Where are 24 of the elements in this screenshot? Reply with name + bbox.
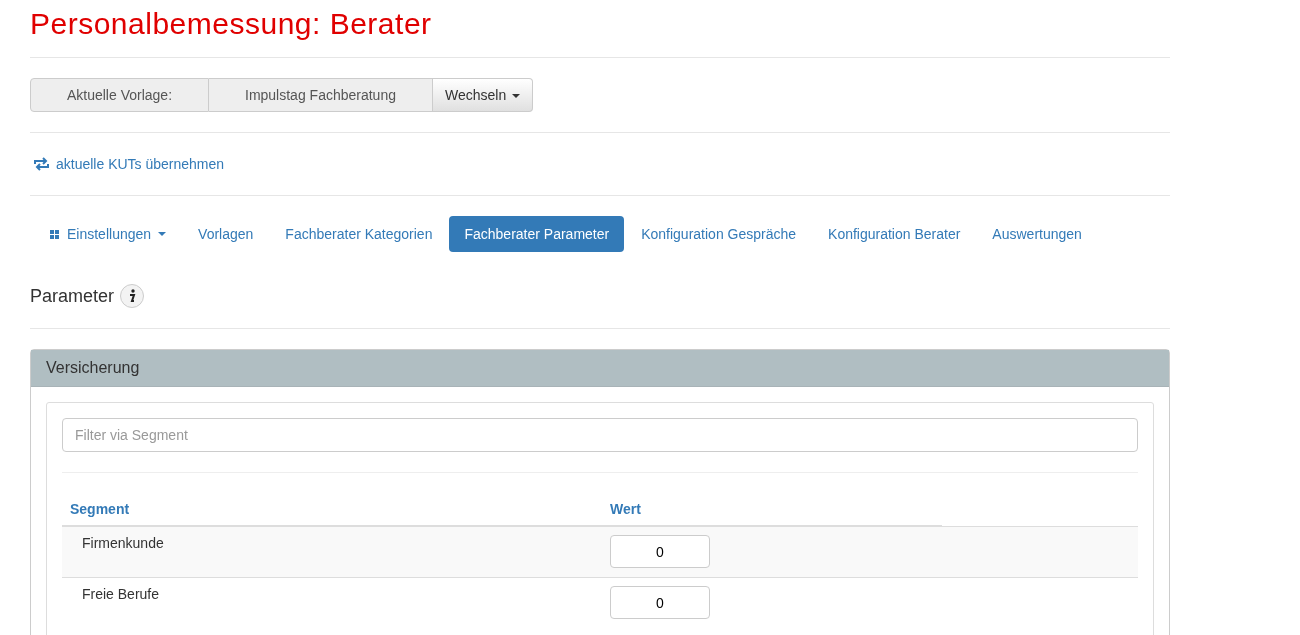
nav-tab[interactable]: Auswertungen	[977, 216, 1097, 252]
info-icon[interactable]	[120, 284, 145, 308]
page-title: Personalbemessung: Berater	[30, 6, 433, 42]
section-title: Parameter	[30, 285, 115, 307]
nav-tab[interactable]: Konfiguration Gespräche	[626, 216, 812, 252]
table-cell: Freie Berufe	[62, 577, 602, 628]
template-value: Impulstag Fachberatung	[209, 78, 433, 112]
filter-field[interactable]: Filter via Segment	[62, 418, 1138, 452]
panel-title: Versicherung	[46, 359, 140, 376]
caret-icon	[158, 232, 167, 236]
caret-icon	[512, 94, 521, 99]
nav-tab[interactable]: Einstellungen	[35, 216, 182, 252]
grid-icon	[50, 229, 59, 239]
template-label: Aktuelle Vorlage:	[30, 78, 209, 112]
swap-arrows-icon	[33, 157, 50, 171]
value-field[interactable]: 0	[610, 535, 710, 568]
value-field[interactable]: 0	[610, 586, 710, 619]
nav-tab[interactable]: Konfiguration Berater	[813, 216, 976, 252]
take-over-link[interactable]: aktuelle KUTs übernehmen	[56, 156, 225, 172]
table-cell: Firmenkunde	[62, 526, 602, 578]
nav-tab[interactable]: Vorlagen	[183, 216, 269, 252]
switch-template-button[interactable]: Wechseln	[433, 78, 534, 112]
nav-tab[interactable]: Fachberater Parameter	[449, 216, 625, 252]
nav-tab[interactable]: Fachberater Kategorien	[270, 216, 448, 252]
